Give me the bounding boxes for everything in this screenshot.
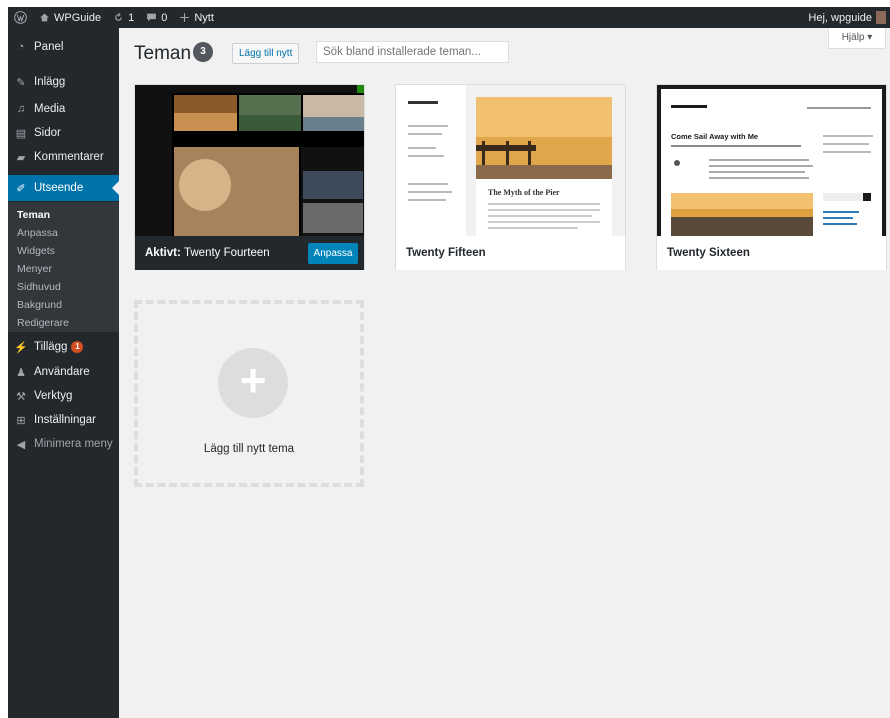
plugin-icon: ⚡ <box>14 341 28 354</box>
add-new-theme-label: Lägg till nytt tema <box>203 443 295 455</box>
admin-bar: WPGuide 1 0 Nytt Hej, wpguide <box>8 7 890 28</box>
brush-icon: ✐ <box>16 182 26 195</box>
sidebar-item-media[interactable]: ♫ Media <box>8 98 119 120</box>
sidebar-item-posts[interactable]: ✎ Inlägg <box>8 71 119 93</box>
new-label: Nytt <box>194 11 214 24</box>
sidebar-item-comments[interactable]: ▰ Kommentarer <box>8 146 119 168</box>
dashboard-icon: ◔ <box>17 41 25 53</box>
wordpress-logo[interactable] <box>8 7 33 28</box>
active-prefix: Aktivt: <box>145 247 181 259</box>
wrench-icon: ⚒ <box>16 390 26 403</box>
media-icon: ♫ <box>16 103 26 115</box>
updates-link[interactable]: 1 <box>107 7 140 28</box>
theme-card-twenty-fifteen[interactable]: The Myth of the Pier Twenty Fifteen <box>395 84 626 270</box>
main-content: Hjälp ▾ Teman 3 Lägg till nytt Sök bland… <box>119 28 890 718</box>
users-icon: ♟ <box>16 366 26 379</box>
customize-button[interactable]: Anpassa <box>308 243 358 264</box>
theme-name-bar: Aktivt: Twenty Fourteen Anpassa <box>135 236 364 270</box>
comment-icon: ▰ <box>16 151 26 164</box>
home-icon <box>40 13 49 22</box>
sidebar-item-label: Utseende <box>34 182 84 194</box>
active-indicator <box>112 181 119 195</box>
settings-icon: ⊞ <box>16 414 26 427</box>
greeting: Hej, wpguide <box>808 11 872 24</box>
submenu-item-widgets[interactable]: Widgets <box>17 245 55 257</box>
theme-screenshot: Come Sail Away with Me <box>657 85 886 236</box>
new-content-link[interactable]: Nytt <box>173 7 220 28</box>
sidebar-item-label: Inställningar <box>34 414 97 426</box>
sidebar-item-tools[interactable]: ⚒ Verktyg <box>8 385 119 407</box>
admin-sidebar: ◔ Panel ✎ Inlägg ♫ Media ▤ Sidor ▰ Komme… <box>8 28 119 718</box>
site-name: WPGuide <box>54 11 102 24</box>
theme-card-twenty-sixteen[interactable]: Come Sail Away with Me Twenty Sixteen <box>656 84 887 270</box>
theme-count-badge: 3 <box>193 42 213 62</box>
submenu-item-editor[interactable]: Redigerare <box>17 317 69 329</box>
sidebar-item-pages[interactable]: ▤ Sidor <box>8 122 119 144</box>
sidebar-item-plugins[interactable]: ⚡ Tillägg 1 <box>8 336 119 358</box>
appearance-submenu: Teman Anpassa Widgets Menyer Sidhuvud Ba… <box>8 202 119 332</box>
submenu-item-customize[interactable]: Anpassa <box>17 227 58 239</box>
theme-screenshot <box>135 85 364 236</box>
sidebar-item-label: Verktyg <box>34 390 73 402</box>
pin-icon: ✎ <box>16 76 26 89</box>
plugins-badge: 1 <box>71 341 84 353</box>
twenty-sixteen-preview: Come Sail Away with Me <box>657 85 886 236</box>
submenu-item-background[interactable]: Bakgrund <box>17 299 62 311</box>
sidebar-item-label: Inlägg <box>34 76 66 88</box>
add-new-button[interactable]: Lägg till nytt <box>232 43 300 64</box>
page-title: Teman <box>134 43 192 64</box>
submenu-item-menus[interactable]: Menyer <box>17 263 52 275</box>
sidebar-item-label: Media <box>34 103 66 115</box>
browser-frame: WPGuide 1 0 Nytt Hej, wpguide ◔ Panel ✎ … <box>8 7 890 718</box>
wordpress-icon <box>14 11 27 24</box>
avatar <box>876 11 886 24</box>
sidebar-item-appearance[interactable]: ✐ Utseende <box>8 175 119 201</box>
theme-name-bar: Twenty Sixteen <box>657 236 886 270</box>
sixteen-preview-heading: Come Sail Away with Me <box>671 132 758 141</box>
theme-name-bar: Twenty Fifteen <box>396 236 625 270</box>
plus-icon <box>180 13 190 22</box>
sidebar-item-users[interactable]: ♟ Användare <box>8 361 119 383</box>
account-menu[interactable]: Hej, wpguide <box>802 7 890 28</box>
theme-name: Twenty Sixteen <box>667 247 750 259</box>
comment-icon <box>147 13 157 22</box>
help-tab[interactable]: Hjälp ▾ <box>828 28 886 49</box>
theme-name: Twenty Fifteen <box>406 247 486 259</box>
comments-count: 0 <box>161 11 168 24</box>
twenty-fourteen-preview <box>135 85 364 236</box>
theme-card-twenty-fourteen[interactable]: Aktivt: Twenty Fourteen Anpassa <box>134 84 365 270</box>
theme-screenshot: The Myth of the Pier <box>396 85 625 236</box>
theme-name: Twenty Fourteen <box>183 247 270 259</box>
updates-icon <box>115 12 122 21</box>
sidebar-item-label: Kommentarer <box>34 151 104 163</box>
fifteen-preview-heading: The Myth of the Pier <box>488 188 560 197</box>
submenu-item-header[interactable]: Sidhuvud <box>17 281 61 293</box>
sidebar-item-label: Panel <box>34 41 64 53</box>
page-icon: ▤ <box>15 127 27 140</box>
submenu-item-themes[interactable]: Teman <box>17 209 50 221</box>
sidebar-item-collapse[interactable]: ◀ Minimera meny <box>8 433 119 455</box>
sidebar-item-label: Användare <box>34 366 90 378</box>
collapse-icon: ◀ <box>16 438 26 451</box>
sidebar-item-label: Minimera meny <box>34 438 113 450</box>
sidebar-item-panel[interactable]: ◔ Panel <box>8 36 119 58</box>
plus-icon: + <box>218 348 288 418</box>
sidebar-item-settings[interactable]: ⊞ Inställningar <box>8 409 119 431</box>
site-name-link[interactable]: WPGuide <box>33 7 107 28</box>
sidebar-item-label: Tillägg <box>34 341 68 353</box>
comments-link[interactable]: 0 <box>140 7 173 28</box>
search-input[interactable] <box>316 41 509 63</box>
twenty-fifteen-preview: The Myth of the Pier <box>396 85 625 236</box>
add-new-theme-card[interactable]: + Lägg till nytt tema <box>134 300 364 487</box>
updates-count: 1 <box>128 11 135 24</box>
sidebar-item-label: Sidor <box>34 127 61 139</box>
